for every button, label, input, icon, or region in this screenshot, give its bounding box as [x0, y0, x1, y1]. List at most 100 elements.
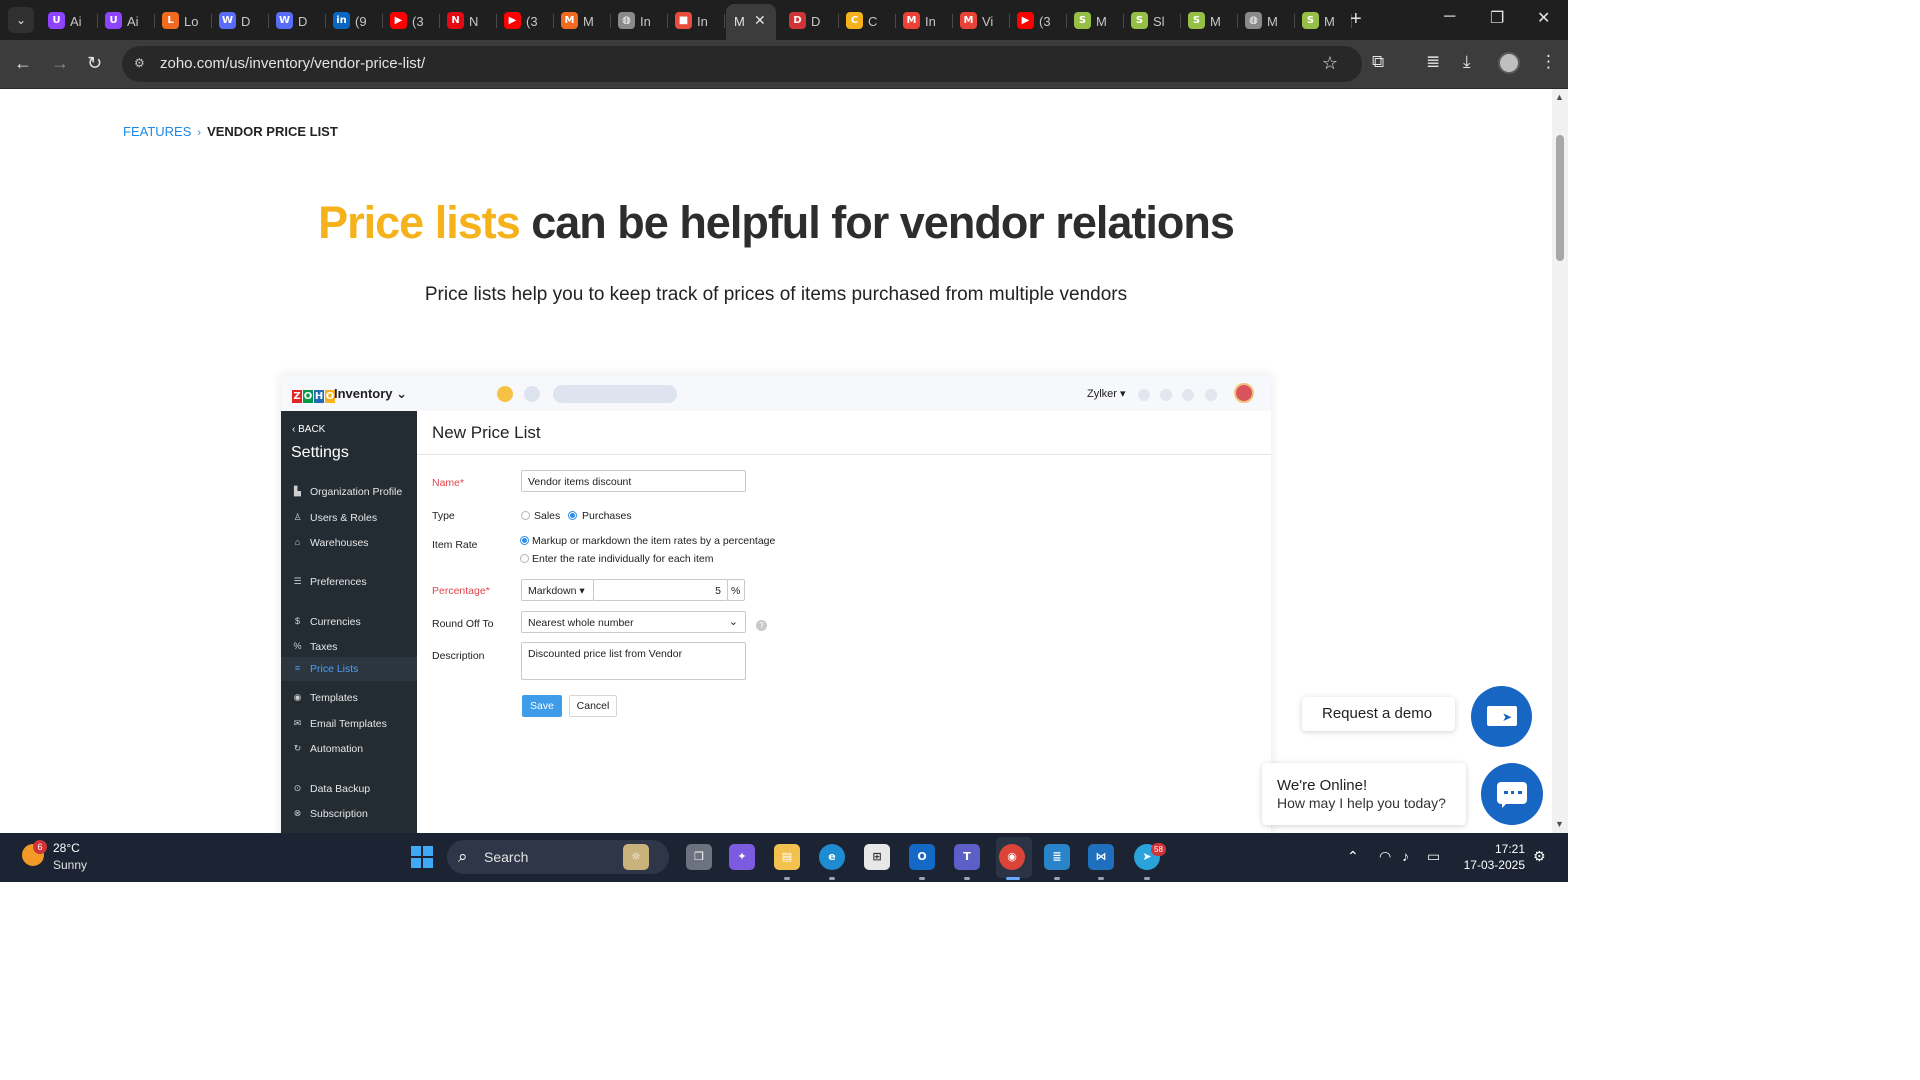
site-info-icon[interactable]: ⚙: [134, 56, 150, 72]
file-explorer-icon[interactable]: ▤: [774, 844, 800, 870]
scroll-up-icon[interactable]: ▲: [1555, 92, 1564, 102]
sidebar-item-data-backup[interactable]: ⊙ Data Backup: [281, 777, 417, 801]
browser-tab[interactable]: SM: [1068, 6, 1124, 36]
browser-tab[interactable]: SM: [1296, 6, 1352, 36]
page-scrollbar[interactable]: ▲ ▼: [1552, 89, 1568, 833]
chrome-icon[interactable]: ◉: [999, 844, 1025, 870]
browser-tab[interactable]: ▶ (3: [498, 6, 554, 36]
browser-tab[interactable]: L Lo: [156, 6, 212, 36]
description-textarea[interactable]: Discounted price list from Vendor: [521, 642, 746, 680]
edge-icon[interactable]: e: [819, 844, 845, 870]
browser-tab[interactable]: NN: [441, 6, 497, 36]
browser-tab[interactable]: S Sl: [1125, 6, 1181, 36]
type-sales-radio[interactable]: [521, 511, 530, 520]
sidebar-item-organization-profile[interactable]: ▙ Organization Profile: [281, 480, 417, 504]
system-clock[interactable]: 17:21 17-03-2025: [1459, 841, 1525, 873]
reload-icon[interactable]: ↻: [87, 52, 102, 74]
teams-icon[interactable]: T: [954, 844, 980, 870]
type-purchases-radio[interactable]: [568, 511, 577, 520]
battery-icon[interactable]: ▭: [1427, 848, 1440, 865]
sidebar-item-email-templates[interactable]: ✉ Email Templates: [281, 712, 417, 736]
percentage-input[interactable]: 5: [593, 579, 728, 601]
vscode-icon[interactable]: ⋈: [1088, 844, 1114, 870]
weather-temperature[interactable]: 28°C: [53, 841, 80, 855]
item-rate-individual-radio[interactable]: [520, 554, 529, 563]
help-icon[interactable]: ?: [756, 620, 767, 631]
new-tab-button[interactable]: +: [1350, 8, 1362, 30]
copilot-icon[interactable]: ✦: [729, 844, 755, 870]
app-name[interactable]: Inventory ⌄: [334, 386, 407, 402]
volume-icon[interactable]: ♪: [1402, 848, 1409, 864]
browser-tab[interactable]: WD: [270, 6, 326, 36]
chat-prompt[interactable]: We're Online! How may I help you today?: [1262, 763, 1466, 825]
notification-icon[interactable]: ⚙: [1533, 848, 1546, 865]
widgets-icon[interactable]: ☼: [623, 844, 649, 870]
scroll-thumb[interactable]: [1556, 135, 1564, 261]
browser-tab[interactable]: ◍ In: [612, 6, 668, 36]
media-control-icon[interactable]: ≣: [1426, 52, 1440, 72]
forward-arrow-icon[interactable]: →: [51, 52, 69, 74]
browser-tab[interactable]: ◍ M: [1239, 6, 1295, 36]
browser-tab-active[interactable]: M ✕: [726, 4, 776, 40]
round-off-select[interactable]: Nearest whole number ⌄: [521, 611, 746, 633]
browser-tab[interactable]: DD: [783, 6, 839, 36]
browser-tab[interactable]: M In: [897, 6, 953, 36]
bookmark-star-icon[interactable]: ☆: [1322, 53, 1338, 74]
close-window-icon[interactable]: ✕: [1537, 8, 1550, 28]
sidebar-item-automation[interactable]: ↻ Automation: [281, 737, 417, 761]
close-tab-icon[interactable]: ✕: [754, 12, 766, 29]
profile-avatar[interactable]: [1498, 52, 1520, 74]
windows-start-icon[interactable]: [411, 846, 433, 868]
menu-kebab-icon[interactable]: ⋮: [1540, 52, 1557, 72]
markdown-select[interactable]: Markdown ▾: [521, 579, 594, 601]
sidebar-item-currencies[interactable]: $ Currencies: [281, 610, 417, 634]
breadcrumb-features-link[interactable]: FEATURES: [123, 124, 191, 139]
address-bar[interactable]: ⚙ zoho.com/us/inventory/vendor-price-lis…: [122, 46, 1362, 82]
tab-search-chevron-icon[interactable]: ⌄: [8, 7, 34, 33]
browser-tab[interactable]: ■ In: [669, 6, 725, 36]
store-icon[interactable]: ⊞: [864, 844, 890, 870]
browser-tab[interactable]: in (9: [327, 6, 383, 36]
request-demo-bubble[interactable]: Request a demo: [1302, 697, 1455, 731]
browser-tab[interactable]: SM: [1182, 6, 1238, 36]
sidebar-item-templates[interactable]: ◉ Templates: [281, 686, 417, 710]
tab-separator: [724, 14, 725, 28]
sidebar-item-warehouses[interactable]: ⌂ Warehouses: [281, 531, 417, 555]
chat-button[interactable]: [1481, 763, 1543, 825]
request-demo-button[interactable]: ➤: [1471, 686, 1532, 747]
sidebar-item-subscription[interactable]: ⊗ Subscription: [281, 802, 417, 826]
task-view-icon[interactable]: ❐: [686, 844, 712, 870]
back-arrow-icon[interactable]: ←: [14, 52, 32, 74]
browser-tab[interactable]: U Ai: [42, 6, 98, 36]
clock-time: 17:21: [1494, 842, 1525, 856]
restore-icon[interactable]: ❐: [1490, 8, 1504, 28]
cancel-button[interactable]: Cancel: [569, 695, 617, 717]
scroll-down-icon[interactable]: ▼: [1555, 819, 1564, 829]
browser-tab[interactable]: M Vi: [954, 6, 1010, 36]
wifi-icon[interactable]: ◠: [1379, 848, 1391, 865]
url-text[interactable]: zoho.com/us/inventory/vendor-price-list/: [160, 55, 425, 72]
tray-overflow-chevron-icon[interactable]: ⌃: [1347, 848, 1359, 865]
org-switcher[interactable]: Zylker ▾: [1087, 387, 1126, 400]
sidebar-item-preferences[interactable]: ☰ Preferences: [281, 570, 417, 594]
notepad-icon[interactable]: ≣: [1044, 844, 1070, 870]
browser-tab[interactable]: MM: [555, 6, 611, 36]
name-input[interactable]: Vendor items discount: [521, 470, 746, 492]
browser-tab[interactable]: U Ai: [99, 6, 155, 36]
sidebar-item-taxes[interactable]: % Taxes: [281, 635, 417, 659]
browser-tab[interactable]: ▶ (3: [384, 6, 440, 36]
user-avatar[interactable]: [1234, 383, 1254, 403]
minimize-icon[interactable]: ─: [1444, 8, 1455, 26]
extensions-icon[interactable]: ⧉: [1372, 52, 1384, 72]
outlook-icon[interactable]: O: [909, 844, 935, 870]
sidebar-item-price-lists[interactable]: ≡ Price Lists: [281, 657, 417, 681]
back-link[interactable]: ‹ BACK: [292, 424, 325, 435]
item-rate-percentage-radio[interactable]: [520, 536, 529, 545]
save-button[interactable]: Save: [522, 695, 562, 717]
browser-tab[interactable]: ▶ (3: [1011, 6, 1067, 36]
sidebar-item-users-roles[interactable]: ♙ Users & Roles: [281, 506, 417, 530]
weather-condition[interactable]: Sunny: [53, 858, 87, 872]
download-icon[interactable]: ⤓: [1463, 52, 1471, 72]
browser-tab[interactable]: WD: [213, 6, 269, 36]
browser-tab[interactable]: CC: [840, 6, 896, 36]
